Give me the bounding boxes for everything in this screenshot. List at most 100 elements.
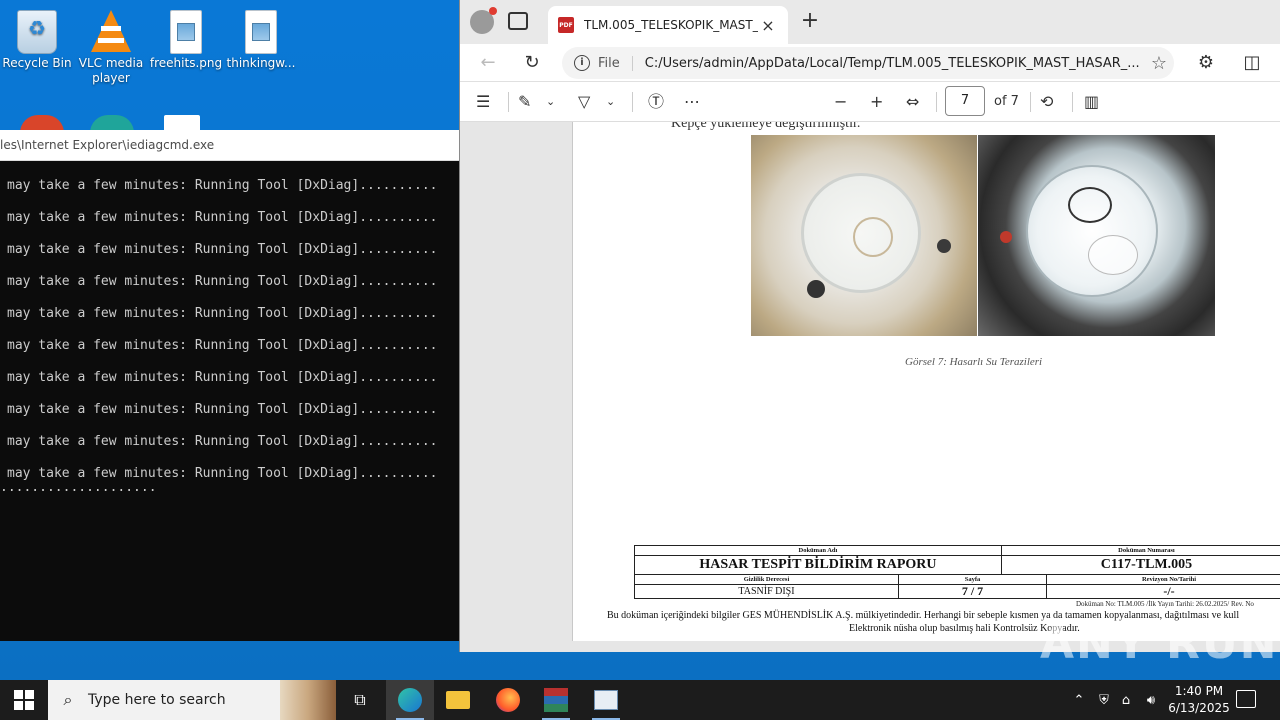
privacy-value: TASNİF DIŞI — [634, 584, 899, 599]
privacy-label: Gizlilik Derecesi — [634, 574, 899, 585]
info-icon[interactable]: i — [574, 55, 590, 71]
url-scheme: File — [598, 55, 633, 71]
pdf-icon: PDF — [558, 17, 574, 33]
browser-window: PDF TLM.005_TELESKOPIK_MAST_HAS × + ← ↻ … — [459, 0, 1280, 652]
image-file-icon — [245, 10, 277, 54]
volume-icon[interactable]: 🔊︎ — [1140, 680, 1162, 720]
show-hidden-icons-icon[interactable]: ⌃ — [1068, 680, 1090, 720]
text-icon[interactable]: Ⓣ — [648, 90, 664, 114]
desktop-icon-label: VLC media player — [78, 56, 144, 85]
address-bar: ← ↻ i File C:/Users/admin/AppData/Local/… — [460, 44, 1280, 82]
profile-icon[interactable] — [470, 7, 497, 34]
console-title: les\Internet Explorer\iediagcmd.exe — [0, 130, 459, 161]
page-number-input[interactable]: 7 — [945, 86, 985, 116]
doc-number: C117-TLM.005 — [1000, 555, 1280, 575]
console-trailing: .................... — [0, 480, 157, 495]
task-view-icon: ⧉ — [354, 690, 366, 709]
tab-bar: PDF TLM.005_TELESKOPIK_MAST_HAS × + — [460, 0, 1280, 44]
more-options-icon[interactable]: ⋯ — [684, 90, 700, 114]
document-meta: Doküman No: TLM.005 /İlk Yayın Tarihi: 2… — [1076, 600, 1254, 608]
url-field[interactable]: i File C:/Users/admin/AppData/Local/Temp… — [562, 47, 1174, 79]
console-output: may take a few minutes: Running Tool [Dx… — [0, 161, 459, 495]
clock-time: 1:40 PM — [1174, 684, 1224, 698]
chevron-down-icon[interactable]: ⌄ — [606, 90, 615, 114]
extensions-icon[interactable]: ⚙ — [1194, 51, 1218, 75]
console-line: may take a few minutes: Running Tool [Dx… — [7, 434, 438, 449]
doc-name-label: Doküman Adı — [634, 545, 1002, 556]
favorite-star-icon[interactable]: ☆ — [1144, 53, 1174, 74]
taskbar-clock[interactable]: 1:40 PM 6/13/2025 — [1160, 683, 1238, 717]
firefox-icon — [496, 688, 520, 712]
taskbar-file-explorer[interactable] — [434, 680, 482, 720]
zoom-out-icon[interactable]: − — [834, 90, 847, 114]
winrar-icon — [544, 688, 568, 712]
search-icon: ⌕ — [63, 690, 73, 709]
taskbar-edge[interactable] — [386, 680, 434, 720]
toolbar-separator — [508, 92, 509, 112]
recycle-bin-icon — [17, 10, 57, 54]
desktop-icon-vlc[interactable]: VLC media player — [74, 4, 148, 86]
taskbar-firefox[interactable] — [484, 680, 532, 720]
taskbar-search[interactable]: ⌕ Type here to search — [48, 680, 336, 720]
revision-value: -/- — [1046, 584, 1280, 599]
task-view-button[interactable]: ⧉ — [336, 680, 384, 720]
toolbar-separator — [936, 92, 937, 112]
tab-actions-icon[interactable] — [508, 12, 528, 30]
tab-pdf[interactable]: PDF TLM.005_TELESKOPIK_MAST_HAS × — [548, 6, 788, 44]
diagnostic-tool-icon — [594, 690, 618, 710]
desktop-icon-recycle-bin[interactable]: Recycle Bin — [0, 4, 74, 71]
desktop-icon-label: Recycle Bin — [2, 56, 72, 70]
pdf-page: Kepçe yüklemeye değiştirilmiştir. Görsel… — [572, 122, 1280, 641]
start-button[interactable] — [14, 690, 34, 710]
taskbar-iediagcmd[interactable] — [582, 680, 630, 720]
split-screen-icon[interactable]: ◫ — [1240, 51, 1264, 75]
console-line: may take a few minutes: Running Tool [Dx… — [7, 242, 438, 257]
folder-icon — [446, 691, 470, 709]
tab-title: TLM.005_TELESKOPIK_MAST_HAS — [584, 18, 758, 32]
refresh-icon[interactable]: ↻ — [520, 51, 544, 75]
page-view-icon[interactable]: ▥ — [1084, 90, 1099, 114]
page-total: of 7 — [994, 94, 1019, 109]
close-tab-icon[interactable]: × — [758, 16, 778, 35]
highlight-icon[interactable]: ✎ — [518, 90, 531, 114]
figure-caption: Görsel 7: Hasarlı Su Terazileri — [905, 356, 1043, 368]
network-icon[interactable]: ⌂ — [1116, 680, 1136, 720]
toolbar-separator — [1030, 92, 1031, 112]
toolbar-separator — [632, 92, 633, 112]
desktop-icon-thinkingw[interactable]: thinkingw... — [224, 4, 298, 71]
notification-icon[interactable] — [1236, 690, 1256, 708]
console-line: may take a few minutes: Running Tool [Dx… — [7, 306, 438, 321]
clock-date: 6/13/2025 — [1168, 701, 1230, 715]
draw-icon[interactable]: ▽ — [578, 90, 590, 114]
taskbar: ⌕ Type here to search ⧉ ⌃ ⛨ ⌂ 🔊︎ 1:40 PM… — [0, 680, 1280, 720]
new-tab-button[interactable]: + — [798, 10, 822, 34]
taskbar-winrar[interactable] — [532, 680, 580, 720]
console-line: may take a few minutes: Running Tool [Dx… — [7, 338, 438, 353]
security-icon[interactable]: ⛨ — [1094, 680, 1114, 720]
fit-width-icon[interactable]: ⇔ — [906, 90, 919, 114]
search-highlight-image — [280, 680, 336, 720]
desktop-icon-label: freehits.png — [149, 56, 223, 70]
anyrun-watermark: ANY RUN — [1040, 618, 1279, 669]
doc-number-label: Doküman Numarası — [1000, 545, 1280, 556]
damaged-level-photo-right — [978, 135, 1215, 336]
console-window[interactable]: les\Internet Explorer\iediagcmd.exe may … — [0, 130, 459, 641]
console-line: may take a few minutes: Running Tool [Dx… — [7, 370, 438, 385]
pdf-viewer[interactable]: Kepçe yüklemeye değiştirilmiştir. Görsel… — [460, 122, 1280, 652]
edge-icon — [398, 688, 422, 712]
contents-list-icon[interactable]: ☰ — [476, 90, 490, 114]
vlc-icon — [91, 10, 131, 54]
rotate-icon[interactable]: ⟲ — [1040, 90, 1053, 114]
revision-label: Revizyon No/Tarihi — [1046, 574, 1280, 585]
desktop-icon-freehits[interactable]: freehits.png — [149, 4, 223, 71]
chevron-down-icon[interactable]: ⌄ — [546, 90, 555, 114]
zoom-in-icon[interactable]: + — [870, 90, 883, 114]
page-value: 7 / 7 — [898, 584, 1047, 599]
console-line: may take a few minutes: Running Tool [Dx… — [7, 274, 438, 289]
desktop-icon-label: thinkingw... — [226, 56, 296, 70]
pdf-toolbar: ☰ ✎ ⌄ ▽ ⌄ Ⓣ ⋯ − + ⇔ 7 of 7 ⟲ ▥ — [460, 82, 1280, 122]
cut-off-text: Kepçe yüklemeye değiştirilmiştir. — [671, 122, 861, 131]
back-arrow-icon[interactable]: ← — [476, 51, 500, 75]
document-footer-table: Doküman Adı Doküman Numarası HASAR TESPİ… — [634, 545, 1280, 599]
search-input[interactable]: Type here to search — [88, 692, 280, 708]
